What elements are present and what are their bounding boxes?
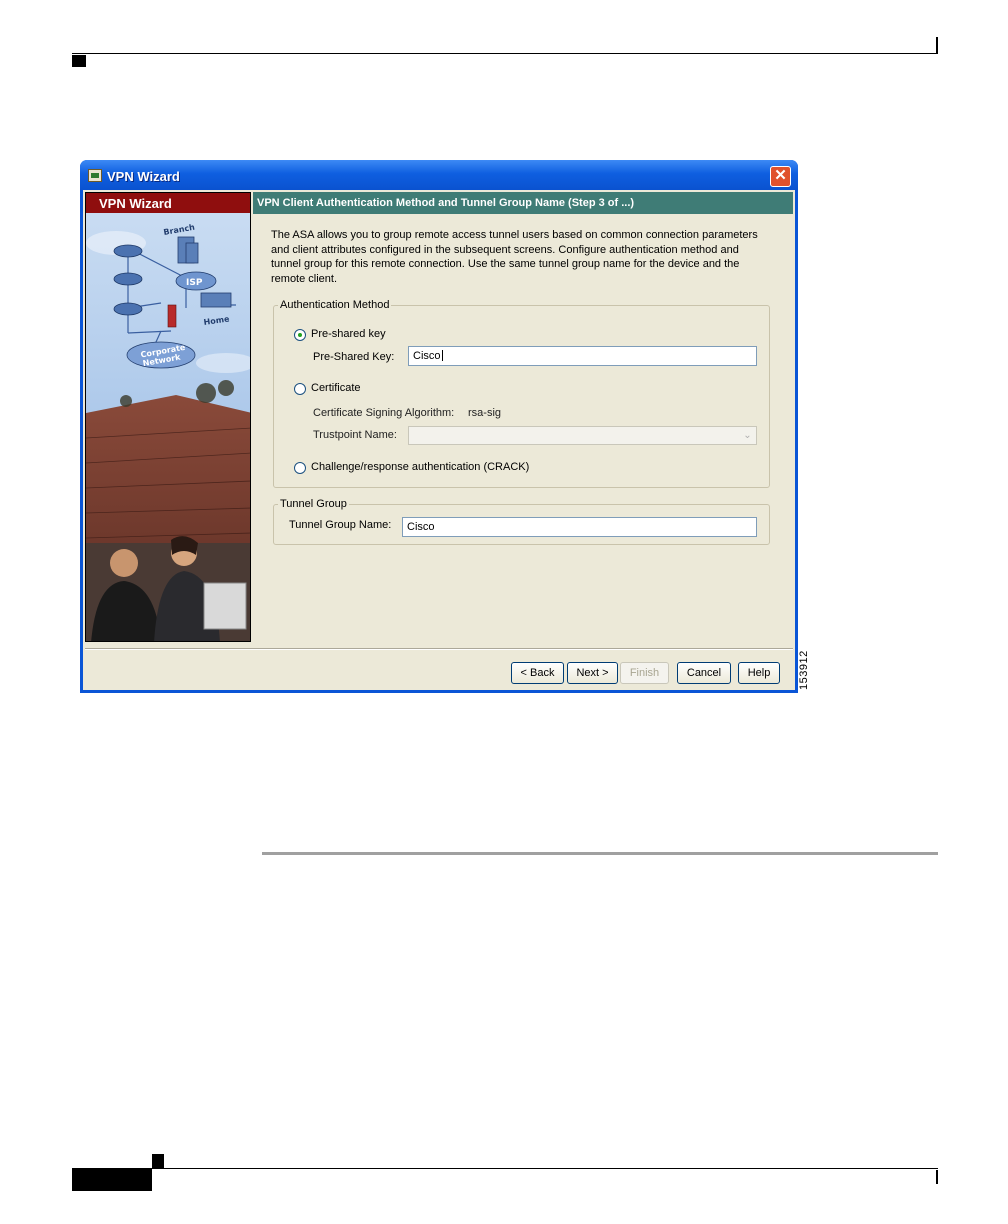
window-title: VPN Wizard bbox=[107, 169, 180, 184]
preshared-key-radio-label[interactable]: Pre-shared key bbox=[311, 328, 386, 340]
preshared-key-radio[interactable] bbox=[294, 329, 306, 341]
finish-button[interactable]: Finish bbox=[620, 662, 669, 684]
wizard-side-panel: VPN Wizard Branch ISP Home Corporate Net… bbox=[85, 192, 251, 642]
footer-tick bbox=[936, 1170, 938, 1184]
page-marker bbox=[72, 55, 86, 67]
signing-algorithm-label: Certificate Signing Algorithm: bbox=[313, 407, 455, 419]
preshared-key-value: Cisco bbox=[413, 350, 441, 362]
tunnel-group-name-value: Cisco bbox=[407, 521, 435, 533]
step-description: The ASA allows you to group remote acces… bbox=[271, 229, 758, 285]
certificate-radio[interactable] bbox=[294, 383, 306, 395]
chevron-down-icon[interactable]: ⌄ bbox=[740, 428, 755, 443]
certificate-radio-label[interactable]: Certificate bbox=[311, 382, 361, 394]
tunnel-group-name-input[interactable]: Cisco bbox=[402, 517, 757, 537]
back-button[interactable]: < Back bbox=[511, 662, 564, 684]
preshared-key-field-label: Pre-Shared Key: bbox=[313, 351, 395, 363]
trustpoint-name-label: Trustpoint Name: bbox=[313, 429, 397, 441]
header-tick bbox=[936, 37, 938, 53]
step-header: VPN Client Authentication Method and Tun… bbox=[253, 192, 793, 214]
isp-label: ISP bbox=[186, 278, 203, 288]
dialog-client-area: VPN Wizard Branch ISP Home Corporate Net… bbox=[83, 190, 795, 690]
footer-rule bbox=[72, 1168, 938, 1169]
step-title: VPN Client Authentication Method and Tun… bbox=[257, 197, 635, 209]
vpn-wizard-window: VPN Wizard ✕ VPN Wizard Branch ISP Home … bbox=[80, 160, 798, 693]
tunnel-group-name-label: Tunnel Group Name: bbox=[289, 519, 392, 531]
tunnel-group-legend: Tunnel Group bbox=[280, 498, 347, 510]
preshared-key-input[interactable]: Cisco bbox=[408, 346, 757, 366]
crack-radio[interactable] bbox=[294, 462, 306, 474]
crack-radio-label[interactable]: Challenge/response authentication (CRACK… bbox=[311, 461, 529, 473]
title-bar[interactable]: VPN Wizard ✕ bbox=[80, 160, 798, 190]
button-separator-highlight bbox=[85, 649, 793, 650]
trustpoint-name-select[interactable]: ⌄ bbox=[408, 426, 757, 445]
side-banner: VPN Wizard bbox=[86, 193, 250, 213]
figure-number: 153912 bbox=[798, 650, 810, 690]
close-button[interactable]: ✕ bbox=[770, 166, 791, 187]
header-rule bbox=[72, 53, 938, 54]
cancel-button[interactable]: Cancel bbox=[677, 662, 731, 684]
footer-block bbox=[72, 1169, 152, 1191]
network-illustration: Branch ISP Home Corporate Network bbox=[86, 213, 250, 641]
section-divider bbox=[262, 852, 938, 855]
footer-marker bbox=[152, 1154, 164, 1168]
text-caret bbox=[441, 350, 443, 361]
next-button[interactable]: Next > bbox=[567, 662, 618, 684]
side-banner-title: VPN Wizard bbox=[99, 196, 172, 211]
signing-algorithm-value: rsa-sig bbox=[468, 407, 502, 419]
help-button[interactable]: Help bbox=[738, 662, 780, 684]
app-icon bbox=[88, 169, 102, 182]
authentication-method-legend: Authentication Method bbox=[280, 299, 390, 311]
